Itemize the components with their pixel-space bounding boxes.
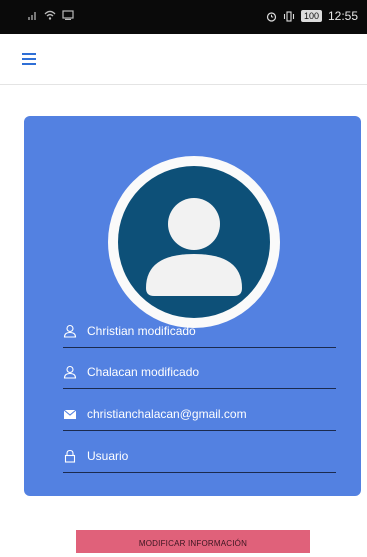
last-name-value: Chalacan modificado [87, 365, 200, 379]
hamburger-menu-icon[interactable] [22, 53, 36, 65]
vibrate-icon [283, 10, 294, 22]
mail-icon [63, 409, 77, 419]
app-bar [0, 34, 367, 85]
person-icon [63, 324, 77, 338]
role-field[interactable]: Usuario [63, 446, 336, 473]
status-left-icons [28, 10, 74, 20]
email-value: christianchalacan@gmail.com [87, 407, 247, 421]
avatar [108, 156, 280, 328]
lock-icon [64, 449, 76, 463]
modify-information-button[interactable]: MODIFICAR INFORMACIÓN [76, 530, 310, 553]
role-value: Usuario [87, 449, 129, 463]
first-name-value: Christian modificado [87, 324, 196, 338]
person-icon [63, 365, 77, 379]
cast-icon [62, 10, 74, 20]
clock: 12:55 [327, 9, 358, 23]
last-name-field[interactable]: Chalacan modificado [63, 362, 336, 389]
status-bar: 100 12:55 [0, 0, 367, 34]
profile-card: Christian modificado Chalacan modificado… [24, 116, 361, 496]
wifi-icon [44, 10, 56, 20]
user-avatar-icon [146, 198, 242, 296]
battery-icon: 100 [300, 10, 322, 22]
signal-icon [28, 12, 36, 20]
alarm-icon [266, 11, 277, 22]
email-field[interactable]: christianchalacan@gmail.com [63, 404, 336, 431]
status-right-icons: 100 12:55 [266, 9, 358, 23]
first-name-field[interactable]: Christian modificado [63, 321, 336, 348]
